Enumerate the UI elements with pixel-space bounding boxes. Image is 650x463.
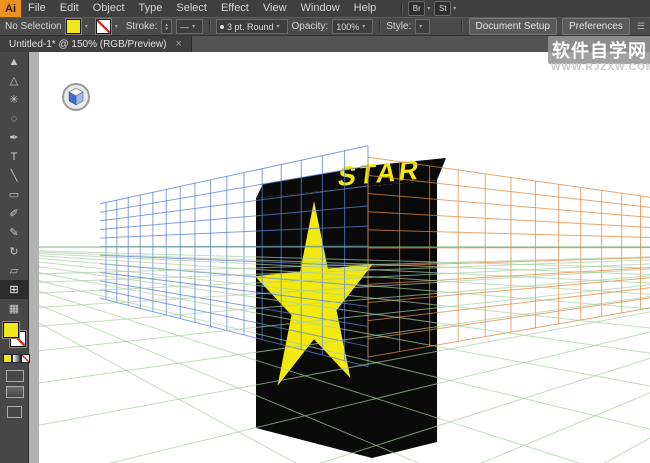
direct-selection-tool[interactable]: △ [0,71,28,90]
magic-wand-tool[interactable]: ✳ [0,90,28,109]
opacity-label: Opacity: [292,21,329,32]
menu-window[interactable]: Window [294,0,347,17]
chevron-down-icon: ▾ [362,23,365,30]
rectangle-tool[interactable]: ▭ [0,185,28,204]
scale-tool[interactable]: ▱ [0,261,28,280]
gradient-button[interactable] [12,354,21,363]
tools-panel: ▲△✳◌✒T╲▭✐✎↻▱⊞▦ [0,52,29,463]
close-icon[interactable]: × [175,39,181,50]
menu-file[interactable]: File [21,0,53,17]
menu-separator [401,3,402,15]
stroke-panel-button[interactable]: St [434,1,451,16]
draw-normal-button[interactable] [6,370,24,382]
stroke-weight-label: Stroke: [126,21,158,32]
app-logo: Ai [0,0,21,17]
selection-status-label: No Selection [5,21,62,32]
fill-color-indicator[interactable] [3,322,19,338]
chevron-down-icon: ▾ [277,23,280,30]
pasteboard-gutter [29,52,39,463]
brush-definition-value: 3 pt. Round [227,22,274,32]
menu-edit[interactable]: Edit [53,0,86,17]
rotate-tool[interactable]: ↻ [0,242,28,261]
menu-view[interactable]: View [256,0,294,17]
chevron-down-icon: ▾ [419,23,422,30]
menu-bar: Ai File Edit Object Type Select Effect V… [0,0,650,17]
document-tab[interactable]: Untitled-1* @ 150% (RGB/Preview) × [0,36,192,52]
document-tab-title: Untitled-1* @ 150% (RGB/Preview) [9,39,166,50]
fill-color-swatch[interactable] [66,19,81,34]
watermark-title: 软件自学网 [548,36,650,64]
selection-tool[interactable]: ▲ [0,52,28,71]
chevron-down-icon: ▾ [453,5,456,12]
perspective-grid-tool[interactable]: ⊞ [0,280,28,299]
mesh-tool[interactable]: ▦ [0,299,28,318]
paintbrush-tool[interactable]: ✐ [0,204,28,223]
type-tool[interactable]: T [0,147,28,166]
canvas-svg[interactable]: STAR [39,52,650,463]
plane-switch-widget[interactable] [63,84,89,110]
menu-help[interactable]: Help [347,0,384,17]
bridge-button[interactable]: Br [408,1,425,16]
stepper-arrows-icon[interactable]: ▴▾ [165,23,168,31]
chevron-down-icon: ▾ [85,23,88,30]
control-bar: No Selection ▾ ▾ Stroke: ▴▾ — ▾ 3 pt. Ro… [0,17,650,36]
chevron-down-icon: ▾ [192,23,195,30]
chevron-down-icon: ▾ [115,23,118,30]
artboard-canvas[interactable]: STAR [39,52,650,463]
preferences-button[interactable]: Preferences [562,18,630,35]
menu-object[interactable]: Object [86,0,132,17]
line-tool[interactable]: ╲ [0,166,28,185]
opacity-value: 100% [336,22,359,32]
separator [461,20,462,33]
stroke-color-swatch[interactable] [96,19,111,34]
control-bar-right: Document Setup Preferences ☰ [459,18,646,35]
pen-tool[interactable]: ✒ [0,128,28,147]
width-profile-dropdown[interactable]: — ▾ [176,19,203,34]
style-label: Style: [386,21,411,32]
watermark-url: WWW.RJZXW.COM [551,62,650,73]
draw-behind-button[interactable] [6,386,24,398]
screen-mode-button[interactable] [7,406,22,418]
style-dropdown[interactable]: ▾ [415,19,430,34]
none-button[interactable] [21,354,30,363]
separator [379,20,380,33]
toolbar-tools: ▲△✳◌✒T╲▭✐✎↻▱⊞▦ [0,52,28,318]
brush-preview-icon [220,25,224,29]
chevron-down-icon: ▾ [427,5,430,12]
pencil-tool[interactable]: ✎ [0,223,28,242]
menu-type[interactable]: Type [132,0,170,17]
document-setup-button[interactable]: Document Setup [469,18,558,35]
separator [209,20,210,33]
toolbar-swatches [0,320,28,460]
color-button[interactable] [3,354,12,363]
opacity-dropdown[interactable]: 100% ▾ [332,19,373,34]
menu-effect[interactable]: Effect [214,0,256,17]
panel-menu-icon[interactable]: ☰ [637,21,645,32]
stroke-weight-stepper[interactable]: ▴▾ [161,19,172,34]
menu-select[interactable]: Select [169,0,214,17]
brush-definition-dropdown[interactable]: 3 pt. Round ▾ [216,19,288,34]
lasso-tool[interactable]: ◌ [0,109,28,128]
